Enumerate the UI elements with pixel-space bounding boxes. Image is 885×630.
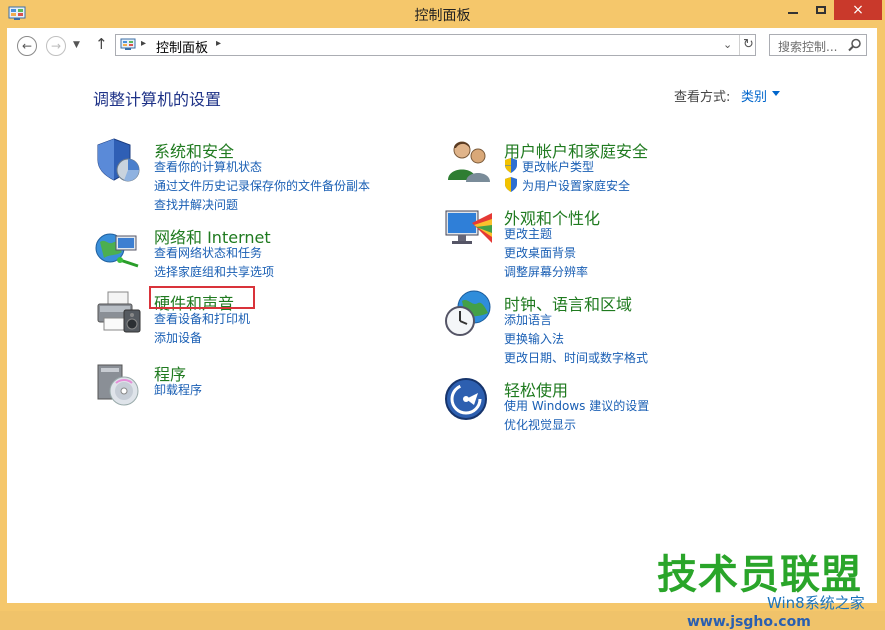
category-appearance: 外观和个性化 更改主题 更改桌面背景 调整屏幕分辨率 <box>444 203 774 280</box>
highlight-box <box>149 286 255 309</box>
maximize-icon <box>816 6 826 14</box>
users-icon[interactable] <box>444 136 494 186</box>
category-clock-language: 时钟、语言和区域 添加语言 更换输入法 更改日期、时间或数字格式 <box>444 289 774 366</box>
arrow-left-icon: ← <box>21 39 33 53</box>
arrow-up-icon: ↑ <box>95 35 108 53</box>
category-hardware-sound: 硬件和声音 查看设备和打印机 添加设备 <box>94 288 424 348</box>
address-history-dropdown[interactable]: ⌄ <box>723 38 732 51</box>
search-placeholder: 搜索控制... <box>778 40 838 54</box>
refresh-button[interactable]: ↻ <box>739 35 757 55</box>
close-button[interactable]: × <box>834 0 882 20</box>
category-programs: 程序 卸载程序 <box>94 359 424 409</box>
breadcrumb-separator-icon[interactable]: ▸ <box>141 38 146 49</box>
link-change-input-method[interactable]: 更换输入法 <box>504 330 564 347</box>
programs-disc-icon[interactable] <box>94 359 144 409</box>
title-bar[interactable]: 控制面板 × <box>0 0 885 28</box>
category-ease-of-access: 轻松使用 使用 Windows 建议的设置 优化视觉显示 <box>444 375 774 435</box>
control-panel-window: 控制面板 × ← → ▼ ↑ ▸ 控制面板 ▸ ⌄ ↻ 搜索控制... 调整计算… <box>0 0 885 630</box>
ease-of-access-icon[interactable] <box>444 375 494 425</box>
link-view-computer-status[interactable]: 查看你的计算机状态 <box>154 158 262 175</box>
category-network-internet: 网络和 Internet 查看网络状态和任务 选择家庭组和共享选项 <box>94 222 424 282</box>
link-optimize-visual-display[interactable]: 优化视觉显示 <box>504 416 576 433</box>
link-change-date-time-format[interactable]: 更改日期、时间或数字格式 <box>504 349 648 366</box>
link-family-safety[interactable]: 为用户设置家庭安全 <box>522 177 630 194</box>
link-add-language[interactable]: 添加语言 <box>504 311 552 328</box>
watermark-url: www.jsgho.com <box>687 614 811 630</box>
link-uninstall-program[interactable]: 卸载程序 <box>154 381 202 398</box>
content-area: ← → ▼ ↑ ▸ 控制面板 ▸ ⌄ ↻ 搜索控制... 调整计算机的设置 查看… <box>7 28 877 630</box>
close-icon: × <box>852 2 864 18</box>
window-title: 控制面板 <box>414 8 471 24</box>
link-windows-suggested-settings[interactable]: 使用 Windows 建议的设置 <box>504 397 649 414</box>
link-add-device[interactable]: 添加设备 <box>154 329 202 346</box>
link-adjust-resolution[interactable]: 调整屏幕分辨率 <box>504 263 588 280</box>
uac-shield-icon <box>505 177 517 192</box>
up-button[interactable]: ↑ <box>95 35 108 53</box>
search-icon[interactable] <box>848 38 862 52</box>
recent-locations-dropdown[interactable]: ▼ <box>73 40 80 50</box>
uac-shield-icon <box>505 158 517 173</box>
control-panel-icon <box>120 38 136 50</box>
printer-icon[interactable] <box>94 288 144 338</box>
link-file-history-backup[interactable]: 通过文件历史记录保存你的文件备份副本 <box>154 177 370 194</box>
chevron-down-icon[interactable] <box>772 91 780 96</box>
link-change-desktop-background[interactable]: 更改桌面背景 <box>504 244 576 261</box>
appearance-monitor-icon[interactable] <box>444 203 494 253</box>
link-change-theme[interactable]: 更改主题 <box>504 225 552 242</box>
view-by-dropdown[interactable]: 类别 <box>741 86 767 105</box>
link-homegroup-sharing[interactable]: 选择家庭组和共享选项 <box>154 263 274 280</box>
search-box[interactable]: 搜索控制... <box>769 34 867 56</box>
link-troubleshoot[interactable]: 查找并解决问题 <box>154 196 238 213</box>
shield-icon[interactable] <box>94 136 144 186</box>
address-bar[interactable]: ▸ 控制面板 ▸ ⌄ ↻ <box>115 34 756 56</box>
clock-globe-icon[interactable] <box>444 289 494 339</box>
breadcrumb-separator-icon[interactable]: ▸ <box>216 38 221 49</box>
maximize-button[interactable] <box>808 0 834 20</box>
link-devices-printers[interactable]: 查看设备和打印机 <box>154 310 250 327</box>
back-button[interactable]: ← <box>17 36 37 56</box>
page-title: 调整计算机的设置 <box>93 90 222 109</box>
forward-button[interactable]: → <box>46 36 66 56</box>
link-network-status[interactable]: 查看网络状态和任务 <box>154 244 262 261</box>
navigation-bar: ← → ▼ ↑ ▸ 控制面板 ▸ ⌄ ↻ 搜索控制... <box>7 28 877 64</box>
view-by-label: 查看方式: <box>674 90 731 105</box>
watermark-subtitle: Win8系统之家 <box>767 594 865 612</box>
breadcrumb-control-panel[interactable]: 控制面板 <box>156 37 208 56</box>
network-globe-icon[interactable] <box>94 222 144 272</box>
link-change-account-type[interactable]: 更改帐户类型 <box>522 158 594 175</box>
category-system-security: 系统和安全 查看你的计算机状态 通过文件历史记录保存你的文件备份副本 查找并解决… <box>94 136 424 213</box>
minimize-button[interactable] <box>778 0 808 20</box>
category-user-accounts: 用户帐户和家庭安全 更改帐户类型 为用户设置家庭安全 <box>444 136 774 196</box>
minimize-icon <box>788 12 798 14</box>
arrow-right-icon: → <box>50 39 62 53</box>
